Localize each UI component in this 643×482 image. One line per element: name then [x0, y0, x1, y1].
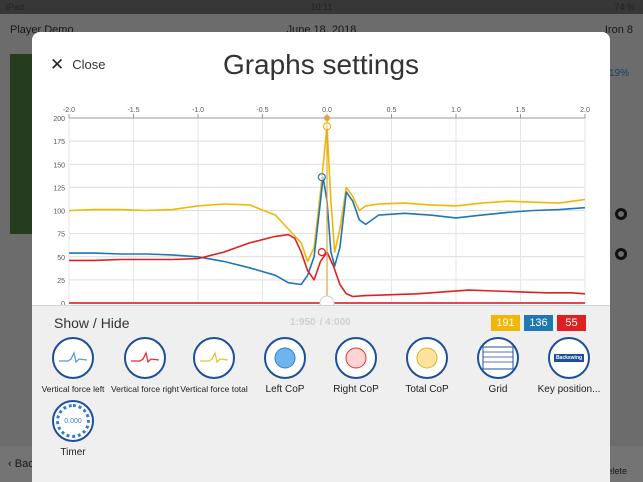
key-position-tag: Backswing [553, 354, 585, 362]
x-tick-label: 1.5 [516, 107, 526, 114]
key-position-icon: Backswing [548, 337, 590, 379]
y-tick-label: 75 [57, 232, 65, 239]
right-cop-icon [335, 337, 377, 379]
value-badges: 191 136 55 [491, 315, 586, 331]
option-label: Vertical force total [180, 384, 248, 394]
y-tick-label: 125 [53, 185, 65, 192]
option-key-position[interactable]: Backswing Key position... [531, 337, 607, 395]
x-tick-label: 0.0 [322, 107, 332, 114]
option-vertical-force-right[interactable]: Vertical force right [107, 337, 183, 394]
y-tick-label: 150 [53, 162, 65, 169]
total-cop-icon [406, 337, 448, 379]
x-tick-label: -0.5 [256, 107, 268, 114]
option-label: Vertical force left [41, 384, 105, 394]
option-label: Right CoP [333, 384, 379, 395]
timer-icon: 0.000 [52, 400, 94, 442]
x-tick-label: -1.5 [127, 107, 139, 114]
clock: 10:11 [310, 2, 333, 12]
time-current: 1:950 [290, 317, 316, 328]
value-marker [317, 248, 326, 257]
option-label: Grid [488, 384, 508, 395]
cursor-handle [324, 115, 330, 121]
force-graph[interactable]: 0255075100125150175200-2.0-1.5-1.0-0.50.… [32, 102, 610, 330]
y-tick-label: 175 [53, 139, 65, 146]
y-tick-label: 50 [57, 255, 65, 262]
option-total-cop[interactable]: Total CoP [389, 337, 465, 395]
y-tick-label: 25 [57, 278, 65, 285]
time-total: / 4:000 [319, 317, 351, 328]
option-label: Timer [60, 447, 86, 458]
option-label: Left CoP [265, 384, 305, 395]
x-tick-label: -1.0 [192, 107, 204, 114]
x-tick-label: -2.0 [63, 107, 75, 114]
timer-readout: 0.000 [56, 404, 90, 438]
value-badge: 191 [491, 315, 520, 331]
vertical-force-right-icon [124, 337, 166, 379]
show-hide-panel: Show / Hide Vertical force left Vertical … [32, 305, 610, 482]
x-tick-label: 1.0 [451, 107, 461, 114]
option-left-cop[interactable]: Left CoP [247, 337, 323, 395]
x-tick-label: 2.0 [580, 107, 590, 114]
option-timer[interactable]: 0.000 Timer [35, 400, 111, 458]
time-readout: 1:950/ 4:000 [290, 317, 351, 328]
x-tick-label: 0.5 [387, 107, 397, 114]
value-badge: 55 [557, 315, 586, 331]
modal-title: Graphs settings [222, 49, 420, 80]
grid-icon [477, 337, 519, 379]
option-label: Total CoP [405, 384, 449, 395]
vertical-force-left-icon [52, 337, 94, 379]
battery-label: 74 % [614, 2, 635, 12]
graphs-settings-modal: ✕ Close Graphs settings 0255075100125150… [32, 32, 610, 482]
left-cop-icon [264, 337, 306, 379]
option-grid[interactable]: Grid [460, 337, 536, 395]
status-bar: iPad 10:11 74 % [0, 0, 643, 14]
option-label: Key position... [537, 384, 601, 395]
option-right-cop[interactable]: Right CoP [318, 337, 394, 395]
show-hide-title: Show / Hide [54, 315, 130, 331]
value-marker [317, 173, 326, 182]
y-tick-label: 100 [53, 209, 65, 216]
option-label: Vertical force right [110, 384, 180, 394]
y-tick-label: 200 [53, 116, 65, 123]
value-badge: 136 [524, 315, 553, 331]
value-marker [322, 122, 332, 131]
option-vertical-force-total[interactable]: Vertical force total [176, 337, 252, 394]
option-vertical-force-left[interactable]: Vertical force left [35, 337, 111, 394]
vertical-force-total-icon [193, 337, 235, 379]
